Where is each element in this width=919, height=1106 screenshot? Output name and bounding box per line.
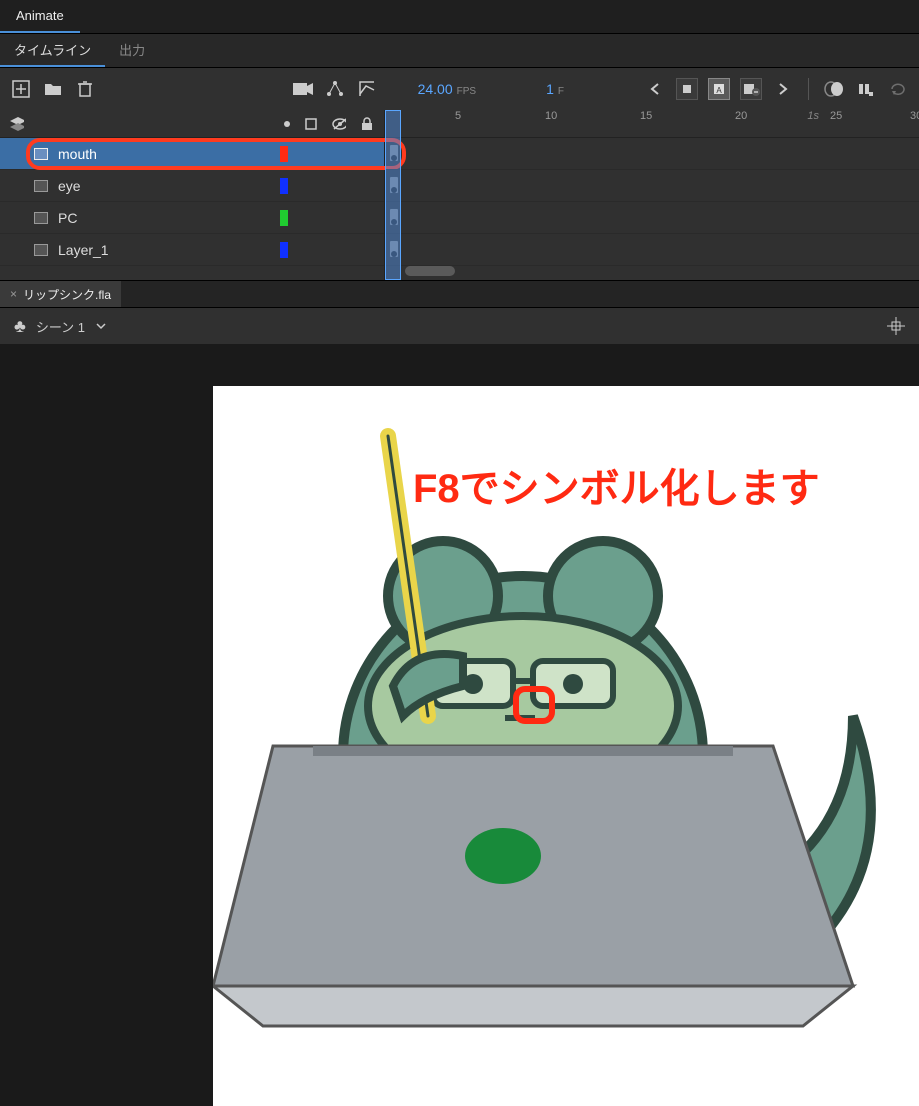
ruler-tick: 5 (455, 110, 461, 122)
layer-icon (34, 148, 48, 160)
center-stage-icon[interactable] (887, 317, 905, 335)
ruler-tick: 20 (735, 110, 747, 122)
ruler-tick: 10 (545, 110, 557, 122)
layer-row-eye[interactable]: eye (0, 170, 384, 202)
layer-row-layer1[interactable]: Layer_1 (0, 234, 384, 266)
trash-icon[interactable] (74, 78, 96, 100)
frame-row[interactable] (385, 170, 919, 202)
ruler-tick: 15 (640, 110, 652, 122)
remove-keyframe-button[interactable] (740, 78, 762, 100)
mouth-highlight (513, 686, 555, 724)
layer-icon (34, 180, 48, 192)
horizontal-scrollbar[interactable] (405, 266, 455, 276)
layer-name: mouth (58, 146, 270, 162)
onion-skin-icon[interactable] (823, 78, 845, 100)
divider (808, 78, 809, 100)
camera-icon[interactable] (292, 78, 314, 100)
chevron-down-icon[interactable] (95, 320, 107, 332)
prev-icon[interactable] (644, 78, 666, 100)
close-icon[interactable]: × (10, 287, 17, 301)
rig-icon[interactable] (324, 78, 346, 100)
layer-name: eye (58, 178, 270, 194)
frame-row[interactable] (385, 234, 919, 266)
loop-icon[interactable] (887, 78, 909, 100)
layer-color-swatch[interactable] (280, 146, 288, 162)
timeline-panel: mouth eye PC Layer_1 5 10 15 2 (0, 110, 919, 280)
highlight-dot-icon[interactable] (284, 121, 290, 127)
layer-icon (34, 244, 48, 256)
lock-icon[interactable] (360, 117, 374, 131)
ruler-time-label: 1s (807, 110, 819, 122)
app-tab-animate[interactable]: Animate (0, 0, 80, 33)
club-icon[interactable]: ♣ (14, 316, 26, 337)
annotation-text: F8でシンボル化します (413, 456, 820, 514)
layer-row-pc[interactable]: PC (0, 202, 384, 234)
timeline-ruler[interactable]: 5 10 15 20 25 30 1s (385, 110, 919, 138)
frame-value: 1 (546, 81, 554, 97)
stage[interactable]: F8でシンボル化します (213, 386, 919, 1106)
timeline-toolbar: 24.00 FPS 1 F A (0, 68, 919, 110)
layers-stack-icon[interactable] (10, 117, 24, 131)
ruler-tick: 30 (910, 110, 919, 122)
scene-name[interactable]: シーン 1 (36, 317, 85, 336)
outline-icon[interactable] (304, 117, 318, 131)
frame-label: F (558, 86, 564, 97)
layers-column: mouth eye PC Layer_1 (0, 110, 385, 280)
keyframe-auto-button[interactable]: A (708, 78, 730, 100)
layer-color-swatch[interactable] (280, 242, 288, 258)
keyframe-square-button[interactable] (676, 78, 698, 100)
tab-output[interactable]: 出力 (105, 34, 159, 67)
add-frame-icon[interactable] (10, 78, 32, 100)
fps-value: 24.00 (418, 81, 453, 97)
graph-icon[interactable] (356, 78, 378, 100)
fps-label: FPS (457, 86, 476, 97)
playhead[interactable] (385, 110, 401, 280)
marker-icon[interactable] (855, 78, 877, 100)
folder-icon[interactable] (42, 78, 64, 100)
frames-column[interactable]: 5 10 15 20 25 30 1s (385, 110, 919, 280)
frame-display[interactable]: 1 F (546, 81, 564, 97)
layer-name: PC (58, 210, 270, 226)
ruler-tick: 25 (830, 110, 842, 122)
document-tab[interactable]: × リップシンク.fla (0, 281, 121, 307)
next-icon[interactable] (772, 78, 794, 100)
layer-color-swatch[interactable] (280, 210, 288, 226)
svg-text:A: A (716, 86, 722, 95)
fps-display[interactable]: 24.00 FPS (418, 81, 477, 97)
layer-color-swatch[interactable] (280, 178, 288, 194)
frame-row[interactable] (385, 138, 919, 170)
document-tab-label: リップシンク.fla (23, 286, 111, 303)
visibility-icon[interactable] (332, 117, 346, 131)
layer-icon (34, 212, 48, 224)
layer-name: Layer_1 (58, 242, 270, 258)
canvas-area[interactable]: F8でシンボル化します (0, 344, 919, 1034)
layer-row-mouth[interactable]: mouth (0, 138, 384, 170)
tab-timeline[interactable]: タイムライン (0, 34, 105, 67)
frame-row[interactable] (385, 202, 919, 234)
